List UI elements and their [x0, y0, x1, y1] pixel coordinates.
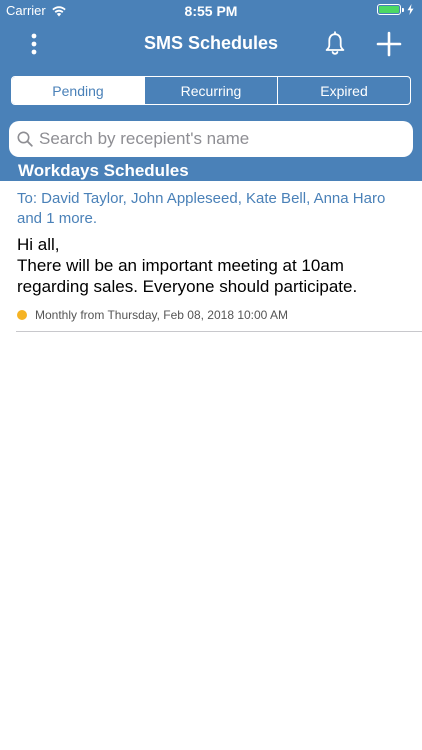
- search-icon: [17, 131, 33, 147]
- recipients-text: To: David Taylor, John Appleseed, Kate B…: [17, 190, 386, 227]
- plus-icon: [376, 31, 402, 57]
- notifications-button[interactable]: [322, 31, 348, 57]
- tab-recurring[interactable]: Recurring: [144, 77, 277, 104]
- charging-bolt-icon: [407, 4, 414, 15]
- search-bar[interactable]: [9, 121, 413, 157]
- status-time: 8:55 PM: [184, 3, 238, 19]
- schedule-time-text: Monthly from Thursday, Feb 08, 2018 10:0…: [35, 308, 289, 322]
- top-bar: Carrier 8:55 PM SMS Schedules Pending Re…: [0, 0, 422, 181]
- navigation-bar: SMS Schedules: [0, 22, 422, 66]
- status-bar: Carrier 8:55 PM: [0, 0, 422, 22]
- battery-tip: [402, 7, 404, 12]
- message-text: Hi all, There will be an important meeti…: [17, 235, 358, 296]
- divider: [16, 331, 422, 332]
- search-input[interactable]: [39, 129, 399, 149]
- schedule-list-item[interactable]: To: David Taylor, John Appleseed, Kate B…: [0, 181, 422, 332]
- page-title: SMS Schedules: [143, 33, 279, 53]
- tab-pending[interactable]: Pending: [12, 77, 144, 104]
- add-schedule-button[interactable]: [374, 29, 404, 59]
- schedule-meta: Monthly from Thursday, Feb 08, 2018 10:0…: [17, 308, 288, 322]
- battery-fill: [379, 6, 399, 13]
- bell-icon: [325, 31, 345, 55]
- section-header: Workdays Schedules: [18, 161, 189, 180]
- schedule-filter-tabs: Pending Recurring Expired: [11, 76, 411, 105]
- battery-indicator: [377, 4, 414, 15]
- status-dot: [17, 310, 27, 320]
- tab-expired[interactable]: Expired: [277, 77, 410, 104]
- battery-icon: [377, 4, 401, 15]
